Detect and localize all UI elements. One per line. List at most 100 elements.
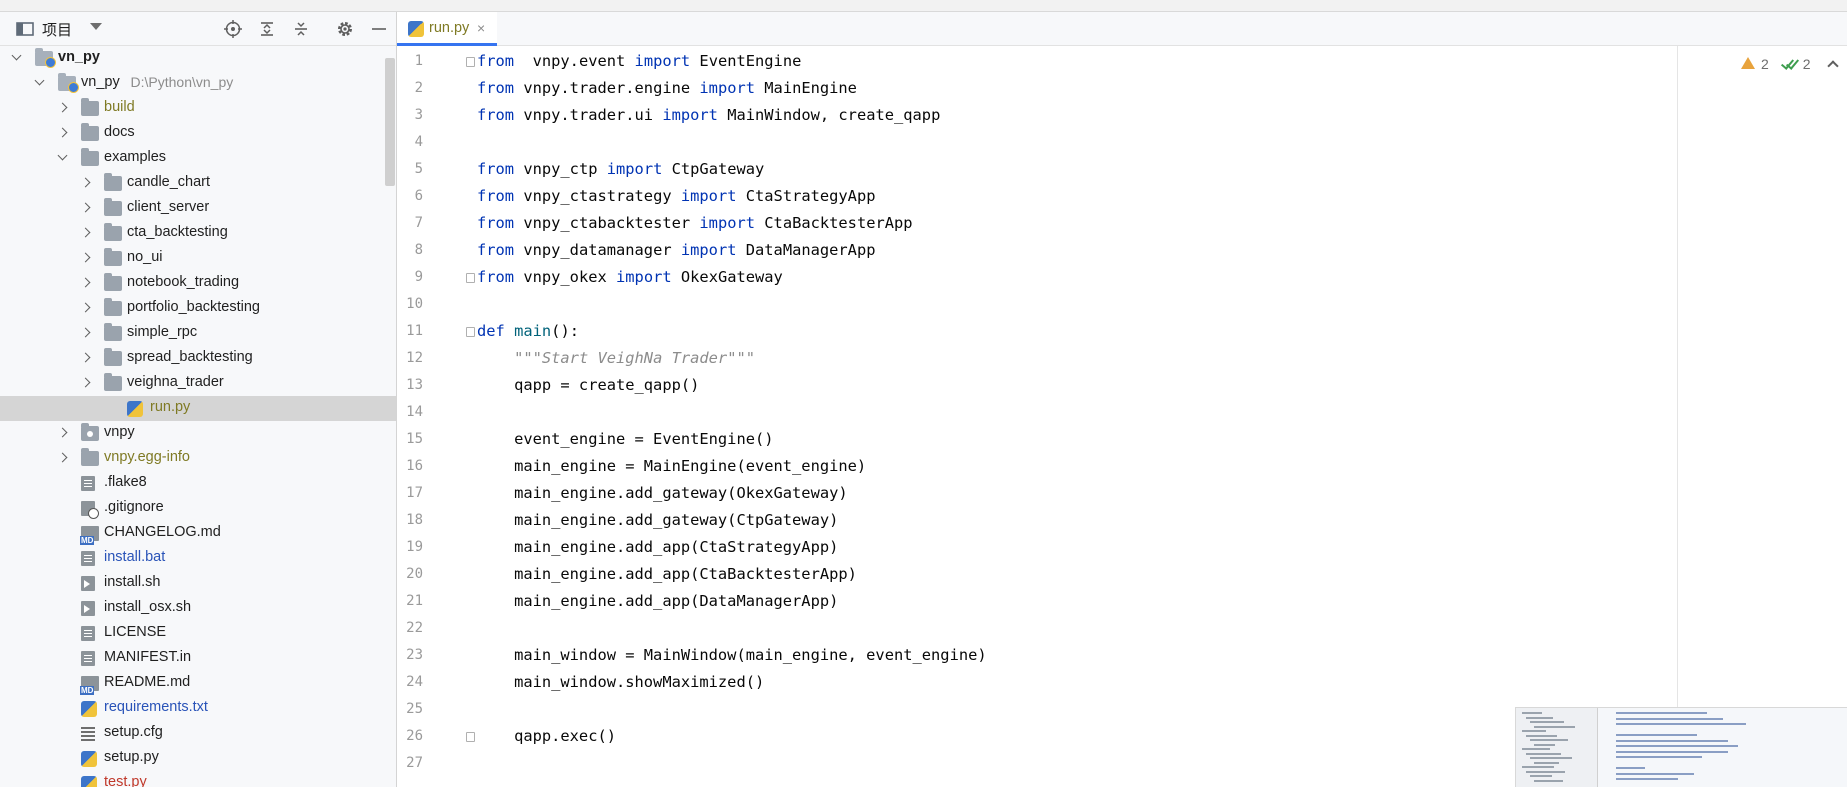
project-panel-title[interactable]: 项目 (42, 19, 72, 40)
tree-item[interactable]: install.bat (0, 546, 396, 571)
chevron-right-icon[interactable] (81, 178, 91, 188)
tree-item[interactable]: build (0, 96, 396, 121)
code-line[interactable]: main_engine.add_app(CtaStrategyApp) (477, 538, 838, 556)
chevron-down-icon[interactable] (90, 23, 102, 30)
preview-row (1530, 757, 1572, 759)
tree-item[interactable]: notebook_trading (0, 271, 396, 296)
preview-row (1522, 748, 1550, 750)
tree-item[interactable]: client_server (0, 196, 396, 221)
code-line[interactable]: def main(): (477, 322, 579, 340)
close-icon[interactable]: × (477, 20, 485, 36)
inspection-widget[interactable]: 2 2 (1741, 54, 1839, 74)
tree-item-label: simple_rpc (127, 324, 198, 340)
tree-item[interactable]: vn_py D:\Python\vn_py (0, 71, 396, 96)
code-line[interactable]: main_engine.add_app(DataManagerApp) (477, 592, 838, 610)
tree-item[interactable]: .gitignore (0, 496, 396, 521)
tree-item[interactable]: README.md (0, 671, 396, 696)
code-line[interactable]: qapp = create_qapp() (477, 376, 699, 394)
code-line[interactable]: from vnpy.event import EventEngine (477, 52, 801, 70)
tree-item[interactable]: cta_backtesting (0, 221, 396, 246)
chevron-right-icon[interactable] (81, 278, 91, 288)
line-number: 8 (414, 242, 423, 258)
code-line[interactable]: """Start VeighNa Trader""" (477, 349, 755, 367)
code-editor[interactable]: 1 2 3 4 5 6 7 8 9 10 11 12 13 14 15 16 17 18 19 20 21 22 23 24 2… (397, 46, 1847, 787)
tree-item[interactable]: vnpy.egg-info (0, 446, 396, 471)
tree-scrollbar[interactable] (385, 58, 395, 186)
chevron-right-icon[interactable] (81, 228, 91, 238)
markdown-file-icon (80, 676, 99, 695)
tree-item[interactable]: requirements.txt (0, 696, 396, 721)
line-number: 21 (406, 593, 423, 609)
fold-marker-icon[interactable] (466, 273, 475, 283)
tab-run-py[interactable]: run.py × (397, 12, 497, 46)
tree-item[interactable]: simple_rpc (0, 321, 396, 346)
tree-item[interactable]: setup.py (0, 746, 396, 771)
collapse-all-icon[interactable] (292, 20, 310, 38)
chevron-right-icon[interactable] (81, 353, 91, 363)
tree-item[interactable]: portfolio_backtesting (0, 296, 396, 321)
project-view-icon[interactable] (16, 20, 34, 38)
chevron-down-icon[interactable] (35, 78, 45, 88)
code-text: vnpy.trader.engine (514, 79, 700, 97)
tree-item[interactable]: run.py (0, 396, 396, 421)
tree-item[interactable]: test.py (0, 771, 396, 787)
preview-row (1526, 716, 1553, 719)
code-line[interactable]: main_engine.add_gateway(OkexGateway) (477, 484, 848, 502)
chevron-down-icon[interactable] (12, 53, 22, 63)
chevron-right-icon[interactable] (58, 428, 68, 438)
line-number: 13 (406, 377, 423, 393)
tree-item[interactable]: no_ui (0, 246, 396, 271)
code-line[interactable]: main_engine.add_gateway(CtpGateway) (477, 511, 838, 529)
code-text: vnpy_datamanager (514, 241, 681, 259)
fold-marker-icon[interactable] (466, 327, 475, 337)
minimize-icon[interactable] (370, 20, 388, 38)
tree-item[interactable]: setup.cfg (0, 721, 396, 746)
line-number: 18 (406, 512, 423, 528)
tree-item[interactable]: CHANGELOG.md (0, 521, 396, 546)
tree-item[interactable]: LICENSE (0, 621, 396, 646)
chevron-right-icon[interactable] (81, 203, 91, 213)
code-line[interactable]: main_window.showMaximized() (477, 673, 764, 691)
chevron-down-icon[interactable] (58, 153, 68, 163)
folder-icon (104, 273, 122, 291)
code-line[interactable]: from vnpy_okex import OkexGateway (477, 268, 783, 286)
chevron-right-icon[interactable] (58, 453, 68, 463)
tree-item[interactable]: install.sh (0, 571, 396, 596)
tree-item[interactable]: examples (0, 146, 396, 171)
chevron-right-icon[interactable] (58, 128, 68, 138)
chevron-right-icon[interactable] (81, 253, 91, 263)
tree-item[interactable]: veighna_trader (0, 371, 396, 396)
code-line[interactable]: qapp.exec() (477, 727, 616, 745)
code-line[interactable]: main_engine = MainEngine(event_engine) (477, 457, 866, 475)
tree-item[interactable]: candle_chart (0, 171, 396, 196)
chevron-right-icon[interactable] (81, 303, 91, 313)
fold-marker-icon[interactable] (466, 732, 475, 742)
chevron-up-icon[interactable] (1826, 60, 1839, 72)
window-preview-thumbnail[interactable] (1515, 707, 1847, 787)
tree-item[interactable]: spread_backtesting (0, 346, 396, 371)
code-line[interactable]: from vnpy.trader.ui import MainWindow, c… (477, 106, 940, 124)
fold-marker-icon[interactable] (466, 57, 475, 67)
tree-item[interactable]: vn_py (0, 46, 396, 71)
locate-icon[interactable] (224, 20, 242, 38)
tree-item[interactable]: install_osx.sh (0, 596, 396, 621)
chevron-right-icon[interactable] (81, 328, 91, 338)
code-line[interactable]: from vnpy_ctastrategy import CtaStrategy… (477, 187, 875, 205)
code-line[interactable]: main_engine.add_app(CtaBacktesterApp) (477, 565, 857, 583)
code-line[interactable]: main_window = MainWindow(main_engine, ev… (477, 646, 987, 664)
chevron-right-icon[interactable] (58, 103, 68, 113)
code-keyword: import (606, 160, 663, 178)
code-line[interactable]: from vnpy_ctabacktester import CtaBackte… (477, 214, 913, 232)
tree-item[interactable]: .flake8 (0, 471, 396, 496)
preview-tree (1516, 708, 1598, 787)
code-line[interactable]: event_engine = EventEngine() (477, 430, 773, 448)
expand-all-icon[interactable] (258, 20, 276, 38)
code-line[interactable]: from vnpy_ctp import CtpGateway (477, 160, 764, 178)
tree-item[interactable]: MANIFEST.in (0, 646, 396, 671)
tree-item[interactable]: docs (0, 121, 396, 146)
code-line[interactable]: from vnpy_datamanager import DataManager… (477, 241, 875, 259)
gear-icon[interactable] (336, 20, 354, 38)
chevron-right-icon[interactable] (81, 378, 91, 388)
code-line[interactable]: from vnpy.trader.engine import MainEngin… (477, 79, 857, 97)
tree-item[interactable]: vnpy (0, 421, 396, 446)
